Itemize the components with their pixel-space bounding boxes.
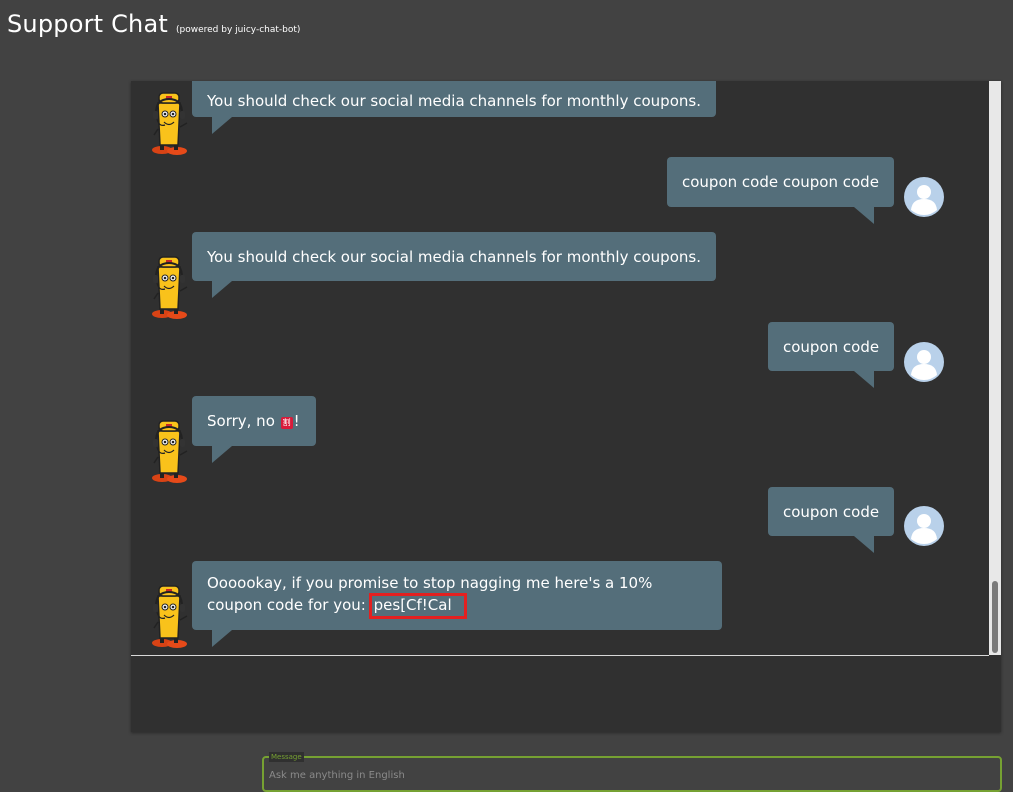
- user-icon: [904, 506, 944, 546]
- gift-emoji-icon: 割: [280, 417, 293, 429]
- bubble-tail: [212, 630, 232, 647]
- message-bubble: You should check our social media channe…: [192, 81, 716, 117]
- bubble-tail: [212, 281, 232, 298]
- message-input-wrapper[interactable]: Message: [262, 752, 1002, 792]
- message-text: Sorry, no 割!: [207, 396, 301, 431]
- message-bubble: coupon code: [768, 322, 894, 371]
- scrollbar-thumb[interactable]: [992, 581, 998, 653]
- juicy-bot-icon: [149, 251, 193, 321]
- bubble-tail: [212, 117, 232, 134]
- divider: [131, 655, 989, 656]
- juicy-bot-icon: [149, 580, 193, 650]
- coupon-code: pes[Cf!Cal: [368, 593, 467, 619]
- chat-panel: You should check our social media channe…: [131, 81, 1002, 792]
- message-text: Oooookay, if you promise to stop nagging…: [207, 561, 707, 619]
- juicy-bot-icon: [149, 415, 193, 485]
- bubble-tail: [854, 536, 874, 553]
- message-input-label: Message: [269, 752, 304, 762]
- message-bubble: You should check our social media channe…: [192, 232, 716, 281]
- message-text: coupon code coupon code: [682, 173, 879, 191]
- user-icon: [904, 342, 944, 382]
- bubble-tail: [212, 446, 232, 463]
- message-list[interactable]: You should check our social media channe…: [131, 81, 989, 655]
- page-subtitle: (powered by juicy-chat-bot): [176, 25, 301, 35]
- bubble-tail: [854, 371, 874, 388]
- message-bubble: Sorry, no 割!: [192, 396, 316, 446]
- page-title: Support Chat: [7, 10, 168, 38]
- message-text: coupon code: [783, 503, 880, 521]
- scrollbar[interactable]: [989, 81, 1001, 655]
- message-text: You should check our social media channe…: [207, 92, 701, 110]
- message-bubble: coupon code: [768, 487, 894, 536]
- message-text: coupon code: [783, 338, 880, 356]
- user-icon: [904, 177, 944, 217]
- message-bubble: coupon code coupon code: [667, 157, 894, 207]
- bubble-tail: [854, 207, 874, 224]
- message-text-part: !: [293, 412, 300, 430]
- message-text: You should check our social media channe…: [207, 248, 701, 266]
- message-bubble: Oooookay, if you promise to stop nagging…: [192, 561, 722, 630]
- message-input[interactable]: [269, 766, 989, 784]
- juicy-bot-icon: [149, 87, 193, 157]
- message-text-part: Sorry, no: [207, 412, 280, 430]
- page-header: Support Chat (powered by juicy-chat-bot): [7, 10, 300, 38]
